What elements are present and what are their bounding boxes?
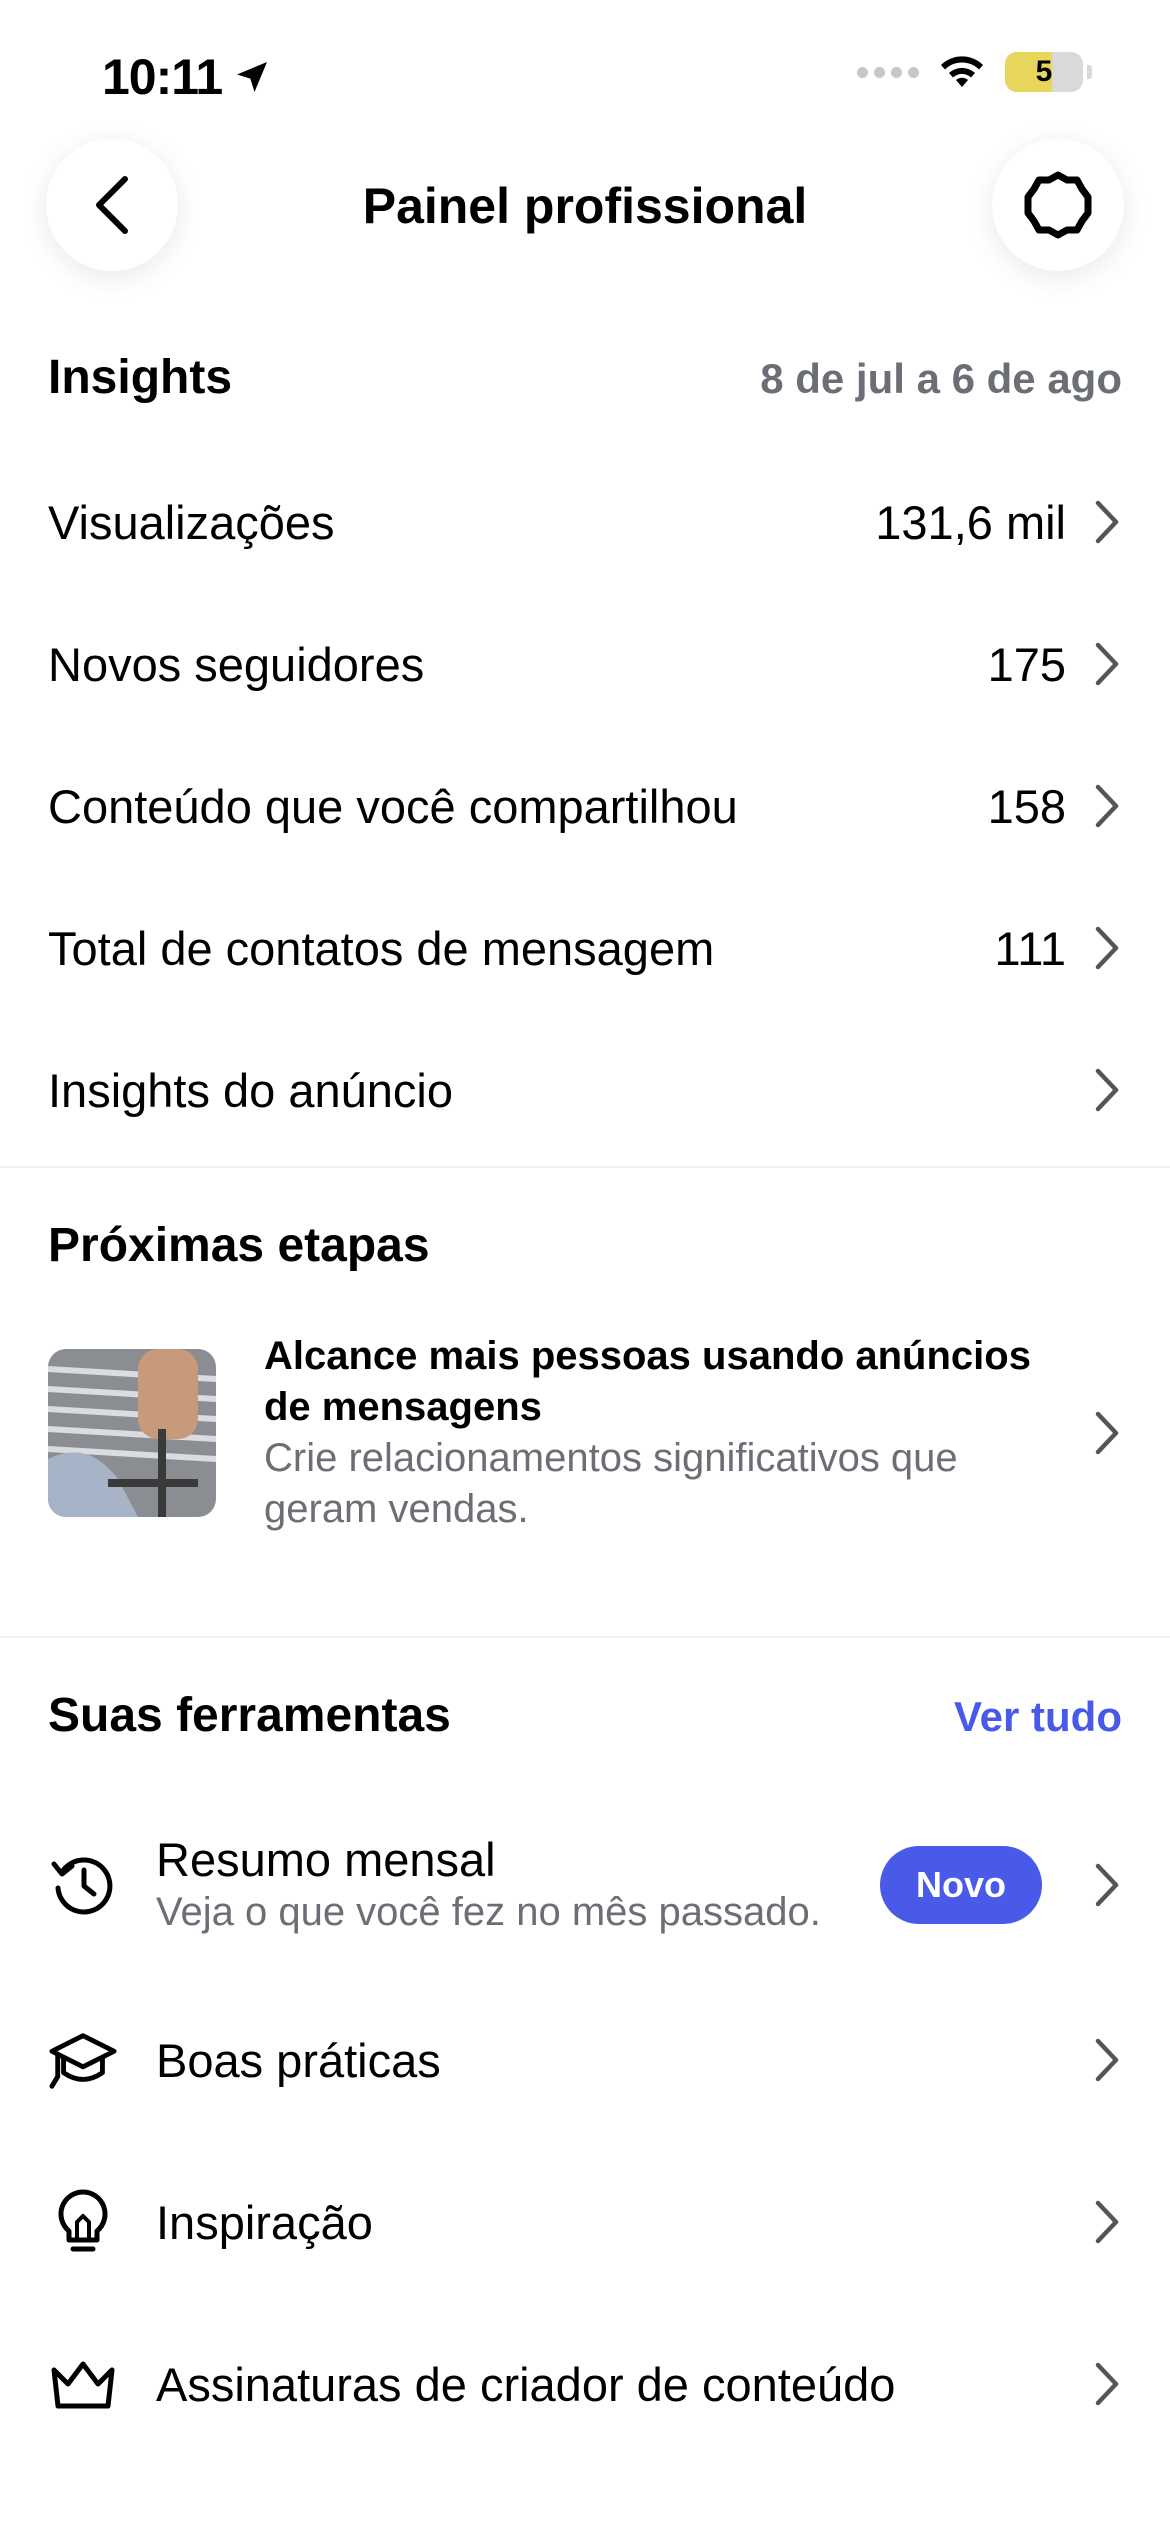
crown-icon [48,2349,118,2419]
header: Painel profissional [0,135,1170,275]
chevron-right-icon [1092,925,1122,971]
tool-monthly-summary[interactable]: Resumo mensal Veja o que você fez no mês… [48,1800,1122,1970]
chevron-right-icon [1092,641,1122,687]
settings-button[interactable] [992,139,1124,271]
insight-value: 158 [987,779,1066,833]
chevron-right-icon [1092,499,1122,545]
tools-header: Suas ferramentas Ver tudo [48,1688,1122,1743]
chevron-right-icon [1092,783,1122,829]
tool-best-practices[interactable]: Boas práticas [48,2005,1122,2115]
card-subtitle: Crie relacionamentos significativos que … [264,1435,958,1531]
chevron-right-icon [1092,2037,1122,2083]
tools-title: Suas ferramentas [48,1689,451,1742]
insights-title: Insights [48,351,233,404]
next-steps-title: Próximas etapas [48,1219,430,1272]
insight-label: Total de contatos de mensagem [48,921,715,975]
cellular-signal-icon [857,66,919,78]
insight-row-ad-insights[interactable]: Insights do anúncio [48,1019,1122,1161]
tool-creator-subscriptions[interactable]: Assinaturas de criador de conteúdo [48,2329,1122,2439]
tool-inspiration[interactable]: Inspiração [48,2167,1122,2277]
chevron-right-icon [1092,1067,1122,1113]
new-badge: Novo [880,1846,1042,1924]
insight-label: Visualizações [48,495,335,549]
card-thumbnail [48,1348,216,1517]
insight-value: 111 [994,921,1066,975]
status-time: 10:11 [102,48,272,106]
tool-subtitle: Veja o que você fez no mês passado. [156,1890,821,1934]
battery-level: 5 [1035,55,1053,88]
graduation-cap-icon [48,2025,118,2095]
chevron-right-icon [1092,2199,1122,2245]
location-arrow-icon [237,62,268,92]
insight-value: 131,6 mil [875,495,1066,549]
insight-label: Novos seguidores [48,637,425,691]
lightbulb-icon [48,2187,118,2257]
tool-label: Boas práticas [156,2033,441,2087]
insights-header: Insights 8 de jul a 6 de ago [48,350,1122,405]
wifi-icon [941,56,983,87]
tool-label: Assinaturas de criador de conteúdo [156,2357,896,2411]
insight-row-content-shared[interactable]: Conteúdo que você compartilhou 158 [48,735,1122,877]
time-label: 10:11 [102,49,223,105]
next-steps-header: Próximas etapas [48,1218,1122,1273]
chevron-right-icon [1092,1862,1122,1908]
chevron-right-icon [1092,2361,1122,2407]
chevron-right-icon [1092,1410,1122,1456]
insight-row-new-followers[interactable]: Novos seguidores 175 [48,593,1122,735]
insight-value: 175 [987,637,1066,691]
tool-label: Resumo mensal [156,1833,496,1886]
insight-row-message-contacts[interactable]: Total de contatos de mensagem 111 [48,877,1122,1019]
see-all-link[interactable]: Ver tudo [954,1693,1122,1741]
gear-icon [1024,171,1092,239]
status-indicators: 5 [857,52,1092,92]
insight-label: Insights do anúncio [48,1063,454,1117]
tool-label: Inspiração [156,2195,373,2249]
card-title: Alcance mais pessoas usando anúncios de … [264,1333,1031,1429]
status-bar: 10:11 5 [0,0,1170,150]
section-divider [0,1166,1170,1168]
next-step-card[interactable]: Alcance mais pessoas usando anúncios de … [48,1334,1122,1531]
insight-label: Conteúdo que você compartilhou [48,779,738,833]
section-divider [0,1636,1170,1638]
battery-icon: 5 [1005,52,1083,92]
history-icon [48,1850,118,1920]
date-range[interactable]: 8 de jul a 6 de ago [760,355,1122,403]
insight-row-views[interactable]: Visualizações 131,6 mil [48,451,1122,593]
